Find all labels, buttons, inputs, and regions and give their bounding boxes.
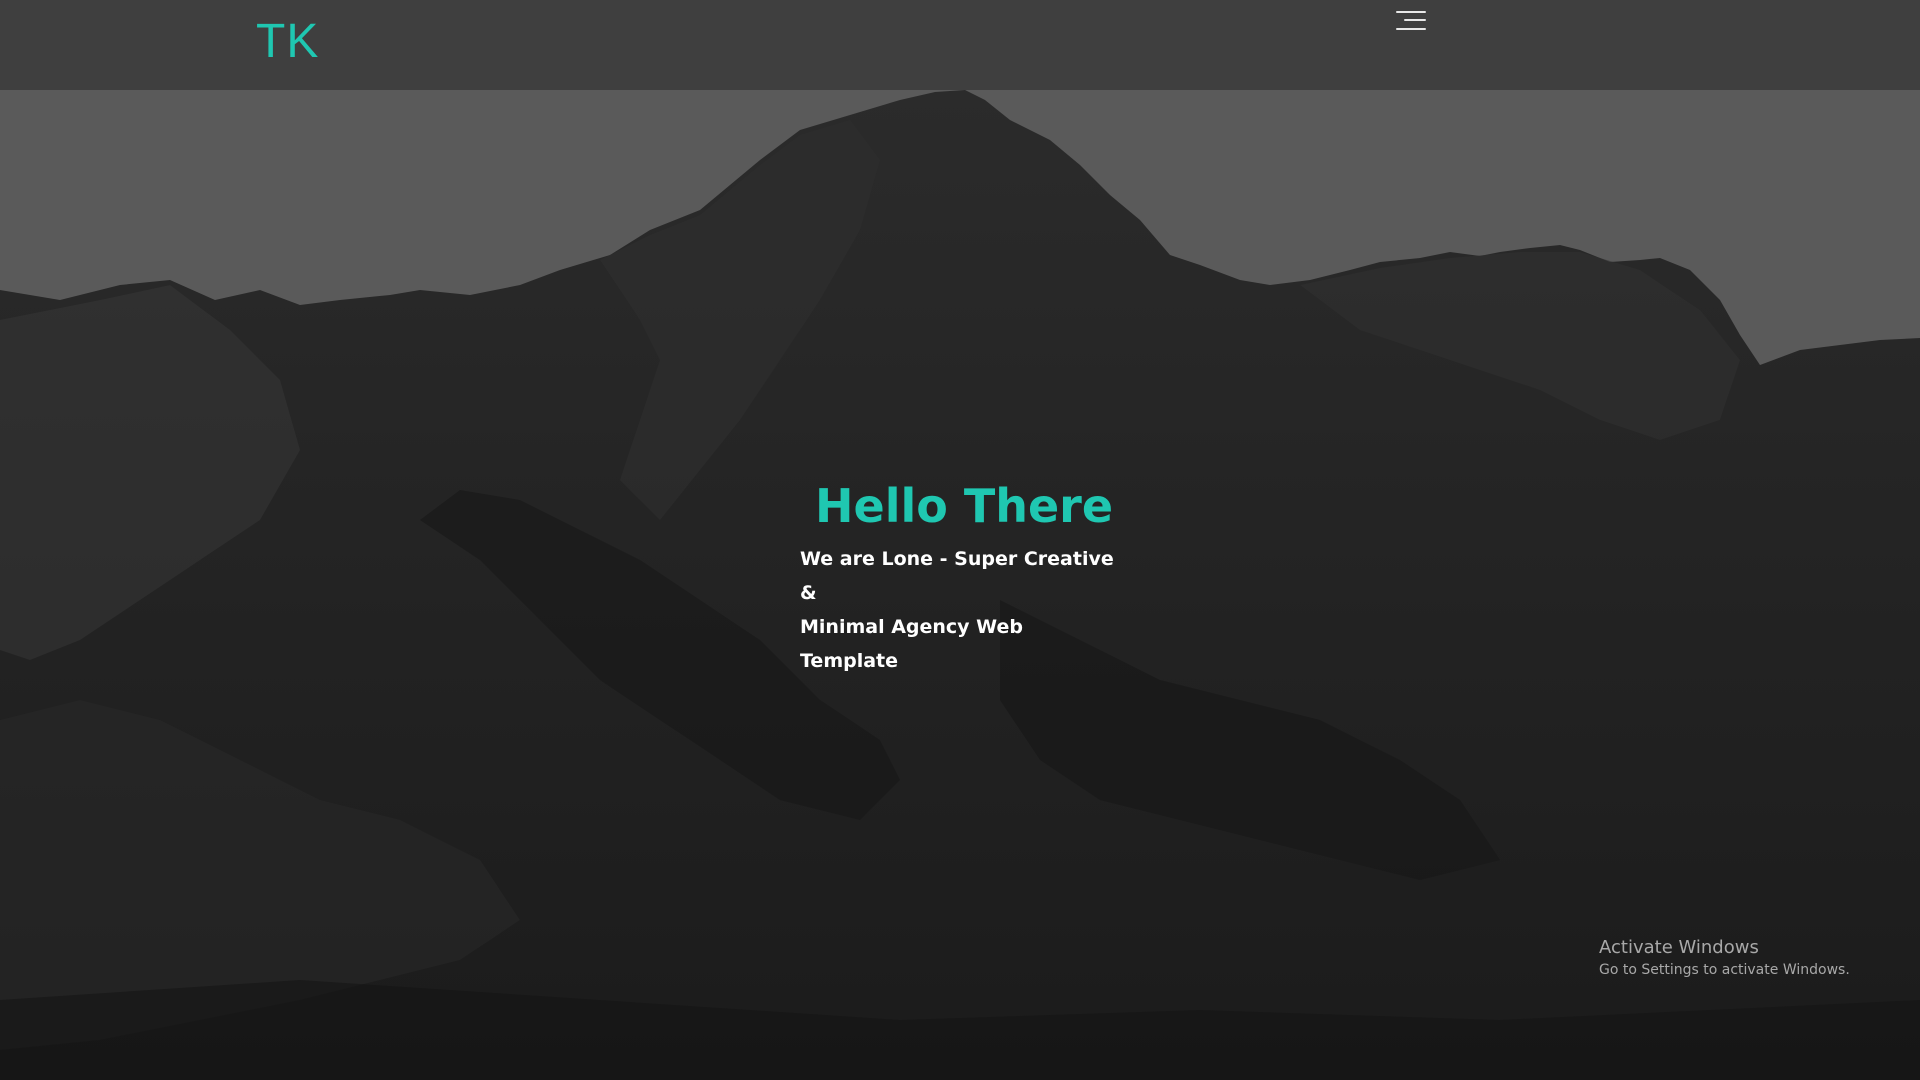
page: TK Hello There We are Lone - Super Creat…	[0, 0, 1920, 1080]
watermark-subtitle: Go to Settings to activate Windows.	[1599, 962, 1850, 978]
hero-title: Hello There	[815, 479, 1114, 533]
menu-line	[1396, 28, 1426, 30]
menu-line	[1396, 11, 1426, 13]
hero-content: Hello There We are Lone - Super Creative…	[780, 470, 1180, 678]
activate-windows-watermark: Activate Windows Go to Settings to activ…	[1599, 936, 1850, 980]
hamburger-menu-icon[interactable]	[1392, 10, 1426, 32]
site-logo[interactable]: TK	[256, 14, 319, 70]
hero-subtitle-line-2: Minimal Agency Web Template	[800, 616, 1023, 672]
watermark-title: Activate Windows	[1599, 937, 1759, 958]
menu-line	[1404, 19, 1426, 21]
hero-subtitle-line-1: We are Lone - Super Creative &	[800, 548, 1114, 604]
site-header: TK	[0, 0, 1920, 90]
